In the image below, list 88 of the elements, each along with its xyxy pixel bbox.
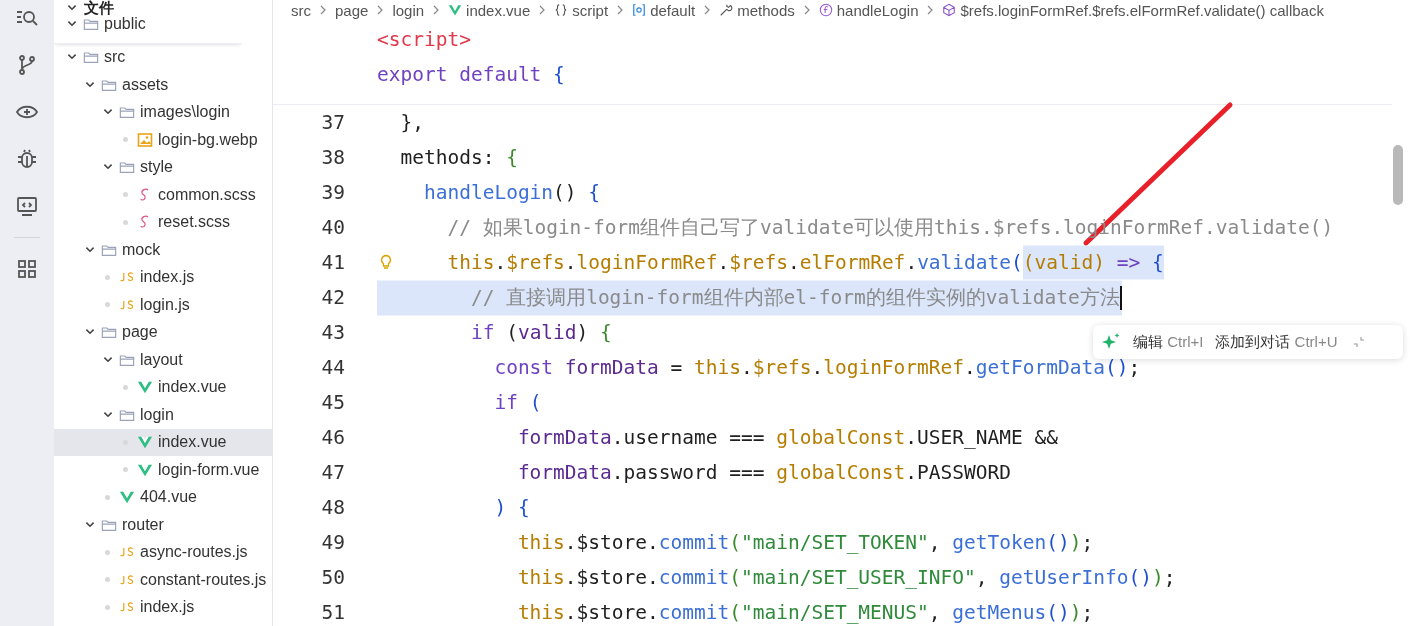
- tree-item[interactable]: index.js: [54, 263, 272, 291]
- folder-icon: [101, 324, 117, 341]
- breadcrumb-item[interactable]: index.vue: [448, 1, 531, 19]
- line-number: 41: [320, 250, 345, 276]
- chevron-icon: [703, 4, 712, 16]
- line-number: 40: [320, 215, 345, 241]
- tree-item[interactable]: 404.vue: [54, 483, 272, 511]
- code-line: if (: [493, 390, 542, 415]
- tree-item[interactable]: public: [54, 16, 242, 44]
- chevron-icon: [926, 4, 935, 16]
- code-line: this.$store.commit("main/SET_USER_INFO", getUserInfo());: [516, 565, 1176, 590]
- folder-icon: [83, 16, 99, 33]
- debug-icon[interactable]: [15, 147, 39, 171]
- tree-item[interactable]: async-routes.js: [54, 538, 272, 566]
- code-line: this.$store.commit("main/SET_MENUS", getMenus());: [516, 600, 1094, 625]
- tree-item[interactable]: layout: [54, 346, 272, 374]
- code-line: methods: {: [399, 145, 518, 170]
- chevron-icon: [538, 4, 547, 16]
- tree-item[interactable]: constant-routes.js: [54, 566, 272, 594]
- breadcrumb-item[interactable]: login: [392, 1, 425, 19]
- line-number: 37: [320, 110, 345, 136]
- tree-item[interactable]: login.js: [54, 291, 272, 319]
- tree-item[interactable]: mock: [54, 236, 272, 264]
- tree-item[interactable]: router: [54, 511, 272, 539]
- popup-action[interactable]: 编辑 Ctrl+I: [1133, 332, 1204, 352]
- tree-item[interactable]: login-form.vue: [54, 456, 272, 484]
- explorer-title: 文件: [84, 0, 114, 16]
- chevron-icon: [432, 4, 441, 16]
- code-line: formData.password === globalConst.PASSWORD: [516, 460, 1011, 485]
- chevron-icon: [319, 4, 327, 16]
- breadcrumb-item[interactable]: script: [554, 1, 609, 19]
- code-line: ) {: [493, 495, 530, 520]
- code-line: export default {: [377, 62, 566, 88]
- tree-item[interactable]: assets: [54, 71, 272, 99]
- line-number: 47: [320, 460, 345, 486]
- chevron-icon: [616, 4, 625, 16]
- line-number: 44: [320, 355, 345, 381]
- breadcrumb-item[interactable]: methods: [719, 1, 795, 19]
- folder-icon: [83, 49, 99, 66]
- breadcrumb-item[interactable]: page: [335, 1, 369, 19]
- scroll-thumb[interactable]: [1393, 145, 1403, 205]
- line-number: 49: [320, 530, 345, 556]
- code-line: if (valid) {: [469, 320, 612, 345]
- line-number: 46: [320, 425, 345, 451]
- tree-item[interactable]: page: [54, 318, 272, 346]
- breadcrumb-item[interactable]: handleLogin: [818, 1, 919, 19]
- tree-item[interactable]: src: [54, 43, 272, 71]
- breadcrumb-item[interactable]: default: [632, 1, 696, 19]
- function-icon: [818, 3, 833, 17]
- popup-action[interactable]: 添加到对话 Ctrl+U: [1215, 332, 1338, 352]
- tree-item[interactable]: style: [54, 153, 272, 181]
- line-number: 39: [320, 180, 345, 206]
- chevron-icon: [802, 4, 811, 16]
- code-line: },: [399, 110, 424, 135]
- line-number: 51: [320, 600, 345, 626]
- wrench-icon: [719, 3, 734, 17]
- folder-icon: [119, 104, 135, 121]
- extensions-icon[interactable]: [15, 257, 39, 281]
- folder-icon: [119, 159, 135, 176]
- code-line: this.$store.commit("main/SET_TOKEN", getToken());: [516, 530, 1094, 555]
- chevron-icon: [376, 4, 385, 16]
- tree-item[interactable]: common.scss: [54, 181, 272, 209]
- breadcrumb-item[interactable]: $refs.loginFormRef.$refs.elFormRef.validate() callback: [942, 1, 1324, 19]
- tree-item[interactable]: login: [54, 401, 272, 429]
- line-number: 38: [320, 145, 345, 171]
- tree-item[interactable]: images\login: [54, 98, 272, 126]
- code-line: const formData = this.$refs.loginFormRef.getFormData();: [493, 355, 1141, 380]
- tree-item[interactable]: reset.scss: [54, 208, 272, 236]
- vue-file-icon: [448, 3, 463, 17]
- line-number: 48: [320, 495, 345, 521]
- line-number: 50: [320, 565, 345, 591]
- tree-item[interactable]: index.vue: [54, 373, 272, 401]
- line-number: 42: [320, 285, 345, 311]
- line-number: 45: [320, 390, 345, 416]
- tree-item[interactable]: index.vue: [54, 428, 272, 456]
- breadcrumb-item[interactable]: src: [291, 1, 311, 19]
- tree-item[interactable]: index.js: [54, 593, 272, 621]
- braces-icon: [554, 3, 569, 17]
- code-line: formData.username === globalConst.USER_NAME &&: [516, 425, 1058, 450]
- module-icon: [632, 3, 647, 17]
- cube-icon: [942, 3, 957, 17]
- line-number: 43: [320, 320, 345, 346]
- code-line: this.$refs.loginFormRef.$refs.elFormRef.validate((valid) => {: [446, 250, 1164, 275]
- remote-display-icon[interactable]: [15, 194, 39, 218]
- code-line: handleLogin() {: [422, 180, 601, 205]
- image-file-icon: [137, 131, 153, 148]
- code-line: <script>: [377, 27, 472, 53]
- tree-item[interactable]: login-bg.webp: [54, 126, 272, 154]
